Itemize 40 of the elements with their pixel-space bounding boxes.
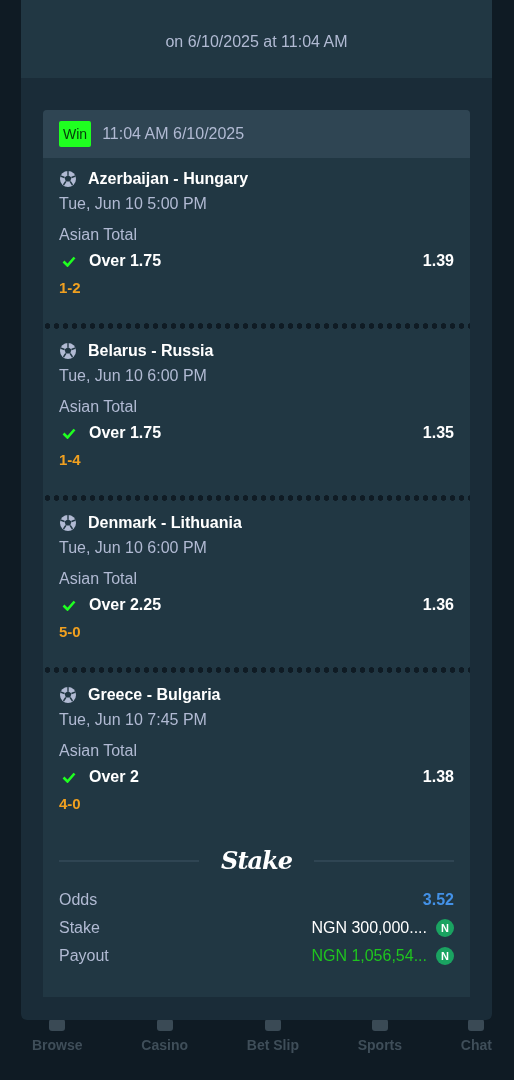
soccer-ball-icon: [59, 170, 77, 188]
final-score: 1-4: [59, 451, 82, 468]
selection: Over 2: [89, 768, 139, 786]
soccer-ball-icon: [59, 342, 77, 360]
leg-odds: 1.35: [422, 424, 454, 442]
status-badge: Win: [59, 121, 92, 147]
summary-value: NGN 300,000....: [311, 919, 427, 937]
leg-odds: 1.39: [422, 252, 454, 270]
placed-date: on 6/10/2025 at 11:04 AM: [165, 33, 348, 51]
match-time: Tue, Jun 10 5:00 PM: [59, 195, 208, 213]
match-title: Belarus - Russia: [88, 342, 214, 360]
leg-odds: 1.36: [422, 596, 454, 614]
match-title: Greece - Bulgaria: [88, 686, 221, 704]
summary-value: NGN 1,056,54...: [311, 947, 427, 965]
market-name: Asian Total: [59, 226, 138, 244]
match-title: Azerbaijan - Hungary: [88, 170, 249, 188]
market-name: Asian Total: [59, 570, 138, 588]
final-score: 5-0: [59, 623, 82, 640]
final-score: 4-0: [59, 795, 82, 812]
currency-icon: N: [436, 919, 454, 937]
leg-odds: 1.38: [422, 768, 454, 786]
soccer-ball-icon: [59, 514, 77, 532]
match-title: Denmark - Lithuania: [88, 514, 242, 532]
summary-value: 3.52: [422, 891, 454, 909]
brand-logo: Stake: [221, 846, 292, 875]
ticket-time: 11:04 AM 6/10/2025: [102, 125, 245, 143]
final-score: 1-2: [59, 279, 82, 296]
currency-icon: N: [436, 947, 454, 965]
selection: Over 1.75: [89, 252, 162, 270]
match-time: Tue, Jun 10 6:00 PM: [59, 539, 208, 557]
summary-label: Payout: [59, 947, 109, 965]
market-name: Asian Total: [59, 742, 138, 760]
summary-label: Odds: [59, 891, 98, 909]
match-time: Tue, Jun 10 6:00 PM: [59, 367, 208, 385]
market-name: Asian Total: [59, 398, 138, 416]
summary-label: Stake: [59, 919, 100, 937]
selection: Over 2.25: [89, 596, 162, 614]
match-time: Tue, Jun 10 7:45 PM: [59, 711, 208, 729]
soccer-ball-icon: [59, 686, 77, 704]
selection: Over 1.75: [89, 424, 162, 442]
